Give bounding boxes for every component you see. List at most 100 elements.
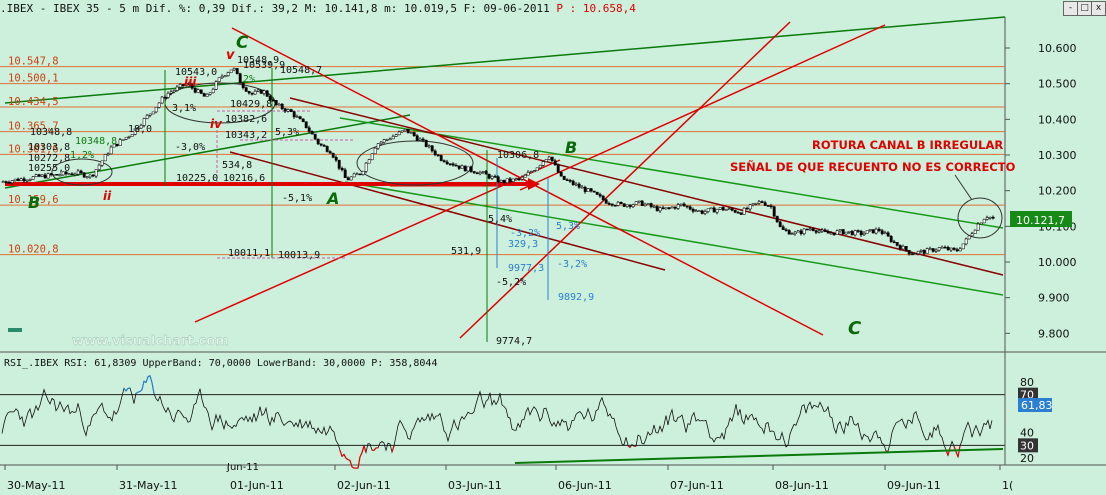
candle-body <box>532 170 536 173</box>
candle-body <box>781 226 785 230</box>
candle-body <box>229 69 233 73</box>
annotation-pointer <box>954 174 973 201</box>
rsi-lower-value: 30 <box>1020 439 1034 452</box>
candle-body <box>958 248 962 252</box>
measure-label: -3,2% <box>557 259 587 270</box>
candle-body <box>565 179 569 181</box>
candle-body <box>625 204 629 207</box>
candle-body <box>640 200 644 206</box>
measure-label: 1,2% <box>70 150 94 161</box>
candle-body <box>919 250 923 252</box>
measure-label: 5,3% <box>556 221 580 232</box>
price-level-label: 10.020,8 <box>8 244 59 256</box>
rsi-oversold-seg <box>391 445 395 453</box>
candle-body <box>154 106 158 113</box>
candle-body <box>895 241 899 246</box>
candle-body <box>880 230 884 234</box>
candle-body <box>88 174 92 178</box>
candle-body <box>343 169 347 178</box>
candle-body <box>487 173 491 179</box>
candle-body <box>601 195 605 200</box>
candle-body <box>472 171 476 174</box>
candle-body <box>937 247 941 251</box>
candle-body <box>574 183 578 186</box>
y-tick-label: 10.200 <box>1038 185 1077 198</box>
candle-body <box>424 139 428 147</box>
candle-body <box>388 138 392 141</box>
candle-body <box>535 167 539 172</box>
candle-body <box>868 229 872 231</box>
candle-body <box>721 207 725 211</box>
candle-body <box>598 194 602 197</box>
candle-body <box>1 181 5 183</box>
measure-label: 18,0 <box>128 124 152 135</box>
candle-body <box>871 229 875 234</box>
candle-body <box>688 206 692 210</box>
candle-body <box>727 208 731 210</box>
trendlines <box>4 16 1006 339</box>
candle-body <box>979 222 983 225</box>
price-level-label: 10.500,1 <box>8 73 59 85</box>
x-tick-label: 1( <box>1002 479 1013 492</box>
candle-body <box>838 229 842 232</box>
candle-body <box>106 153 110 156</box>
candle-body <box>586 188 590 192</box>
candle-body <box>124 136 128 140</box>
candle-body <box>955 249 959 252</box>
candle-body <box>280 103 284 109</box>
candle-body <box>898 245 902 250</box>
rsi-oversold-seg <box>345 457 349 461</box>
candle-body <box>151 111 155 115</box>
candle-body <box>766 205 770 207</box>
candle-body <box>664 207 668 210</box>
candle-body <box>637 200 641 203</box>
candle-body <box>373 147 377 154</box>
candle-body <box>457 165 461 169</box>
candle-body <box>277 103 281 106</box>
candle-body <box>577 183 581 188</box>
rsi-oversold-seg <box>339 449 343 457</box>
candle-body <box>322 144 326 147</box>
candle-body <box>94 169 98 177</box>
candle-body <box>925 248 929 254</box>
candle-body <box>160 96 164 104</box>
candle-body <box>202 93 206 97</box>
candle-body <box>10 180 14 184</box>
candle-body <box>289 109 293 112</box>
candle-body <box>505 178 509 183</box>
price-chart: 10.547,810.500,110.434,510.365,710.301,6… <box>0 16 1106 492</box>
candle-body <box>520 176 524 180</box>
candle-body <box>517 178 521 181</box>
candle-body <box>754 202 758 205</box>
measure-label: 531,9 <box>451 246 481 257</box>
ellipse-mid <box>356 140 474 186</box>
candle-body <box>730 208 734 211</box>
y-tick-label: 10.000 <box>1038 256 1077 269</box>
candle-body <box>490 176 494 179</box>
candle-body <box>295 116 299 118</box>
candle-body <box>313 133 317 140</box>
rsi-overbought-seg <box>151 382 155 394</box>
candle-body <box>118 139 122 146</box>
measure-label: 10539,9 <box>243 60 285 71</box>
rsi-overbought-seg <box>139 389 143 392</box>
candle-body <box>376 143 380 149</box>
candle-body <box>28 179 32 181</box>
candle-body <box>622 203 626 207</box>
candle-body <box>157 102 161 108</box>
candle-body <box>286 109 290 112</box>
candle-body <box>166 93 170 98</box>
candle-body <box>592 190 596 193</box>
candle-body <box>862 232 866 235</box>
candle-body <box>406 128 410 133</box>
candle-body <box>559 172 563 177</box>
candle-body <box>934 249 938 252</box>
candle-body <box>358 173 362 176</box>
candle-body <box>568 180 572 182</box>
candle-body <box>271 99 275 102</box>
rsi-tick-label: 80 <box>1020 376 1034 389</box>
candle-body <box>823 229 827 232</box>
candle-body <box>220 75 224 78</box>
rsi-overbought-seg <box>135 391 139 394</box>
measure-label: 10306,8 <box>497 150 539 161</box>
